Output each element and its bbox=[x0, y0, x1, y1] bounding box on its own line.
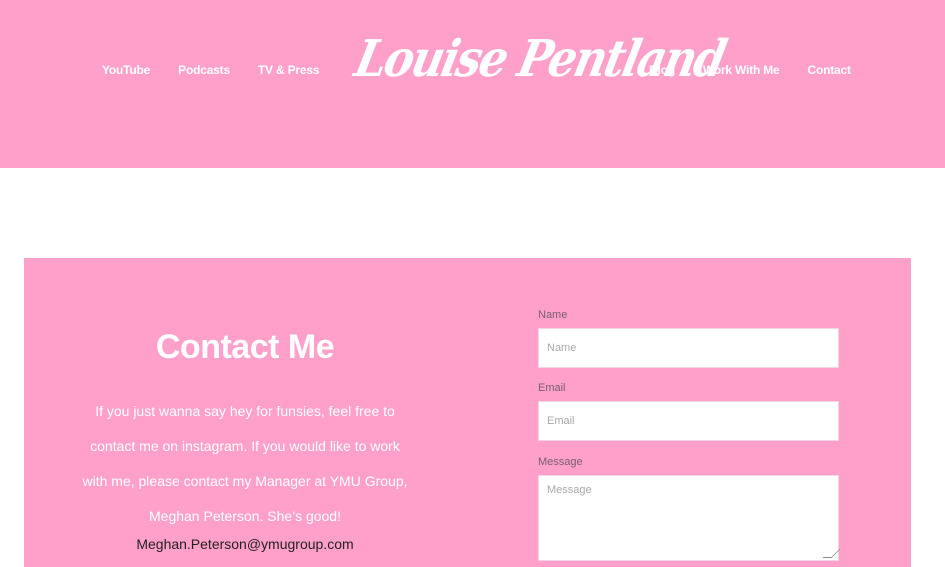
name-input[interactable]: Name bbox=[538, 328, 839, 368]
name-label: Name bbox=[538, 309, 568, 321]
nav-podcasts[interactable]: Podcasts bbox=[178, 63, 230, 77]
nav-right: Blog Work With Me Contact bbox=[649, 63, 851, 77]
message-label: Message bbox=[538, 456, 583, 468]
contact-title: Contact Me bbox=[155, 328, 335, 366]
site-header: YouTube Podcasts TV & Press Louise Pentl… bbox=[0, 0, 945, 168]
message-textarea[interactable]: Message bbox=[538, 475, 841, 561]
site-logo[interactable]: Louise Pentland bbox=[345, 9, 730, 110]
nav-work-with-me[interactable]: Work With Me bbox=[703, 63, 780, 77]
nav-blog[interactable]: Blog bbox=[649, 63, 675, 77]
message-placeholder: Message bbox=[547, 484, 592, 496]
email-label: Email bbox=[538, 382, 566, 394]
nav-contact[interactable]: Contact bbox=[807, 63, 850, 77]
manager-email: Meghan.Peterson@ymugroup.com bbox=[136, 536, 354, 552]
contact-description: If you just wanna say hey for funsies, f… bbox=[82, 403, 408, 524]
nav-left: YouTube Podcasts TV & Press bbox=[102, 63, 319, 77]
contact-section: Contact Me If you just wanna say hey for… bbox=[24, 258, 911, 567]
email-input[interactable]: Email bbox=[538, 401, 839, 441]
nav-youtube[interactable]: YouTube bbox=[102, 63, 150, 77]
resize-handle-icon[interactable] bbox=[822, 549, 841, 558]
nav-tv-press[interactable]: TV & Press bbox=[258, 63, 320, 77]
